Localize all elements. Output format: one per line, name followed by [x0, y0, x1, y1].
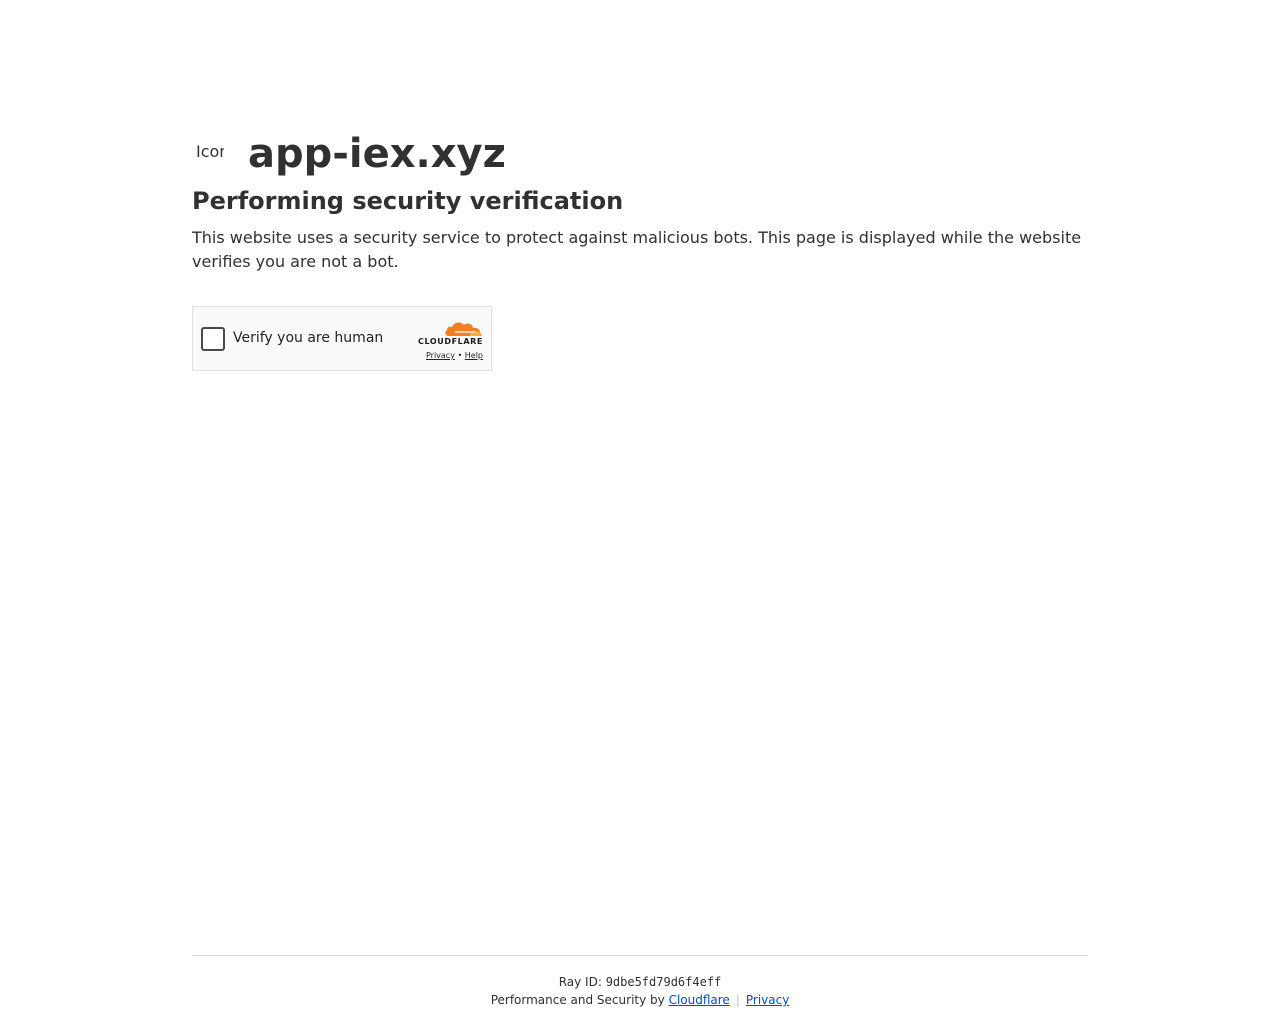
widget-privacy-link[interactable]: Privacy [426, 351, 455, 360]
main-content: Icon for app-iex.xyz Performing security… [192, 130, 1088, 371]
widget-links: Privacy • Help [403, 350, 483, 362]
site-name: app-iex.xyz [248, 131, 506, 177]
verify-label[interactable]: Verify you are human [233, 329, 383, 347]
widget-help-link[interactable]: Help [465, 351, 483, 360]
cloudflare-brand: CLOUDFLARE Privacy • Help [403, 317, 483, 362]
turnstile-widget: Verify you are human CLOUDFLARE Privacy … [192, 306, 492, 371]
footer-separator: | [735, 993, 740, 1007]
footer: Ray ID: 9dbe5fd79d6f4eff Performance and… [192, 955, 1088, 1008]
ray-id-value: 9dbe5fd79d6f4eff [605, 975, 722, 989]
ray-id-line: Ray ID: 9dbe5fd79d6f4eff [192, 974, 1088, 990]
cloudflare-link[interactable]: Cloudflare [669, 993, 730, 1007]
cloudflare-cloud-icon [445, 322, 482, 336]
page-description: This website uses a security service to … [192, 228, 1082, 271]
site-favicon-icon: Icon for [196, 142, 224, 161]
performance-line: Performance and Security by Cloudflare | P… [192, 992, 1088, 1008]
verify-checkbox[interactable] [201, 327, 225, 351]
cloudflare-wordmark: CLOUDFLARE [418, 337, 483, 346]
site-header: Icon for app-iex.xyz [192, 130, 1088, 178]
page: Icon for app-iex.xyz Performing security… [0, 0, 1280, 1024]
performance-text: Performance and Security by [490, 993, 669, 1007]
page-heading: Performing security verification [192, 187, 624, 215]
widget-link-separator: • [457, 351, 463, 360]
footer-privacy-link[interactable]: Privacy [746, 993, 789, 1007]
ray-id-label: Ray ID: [558, 975, 606, 989]
